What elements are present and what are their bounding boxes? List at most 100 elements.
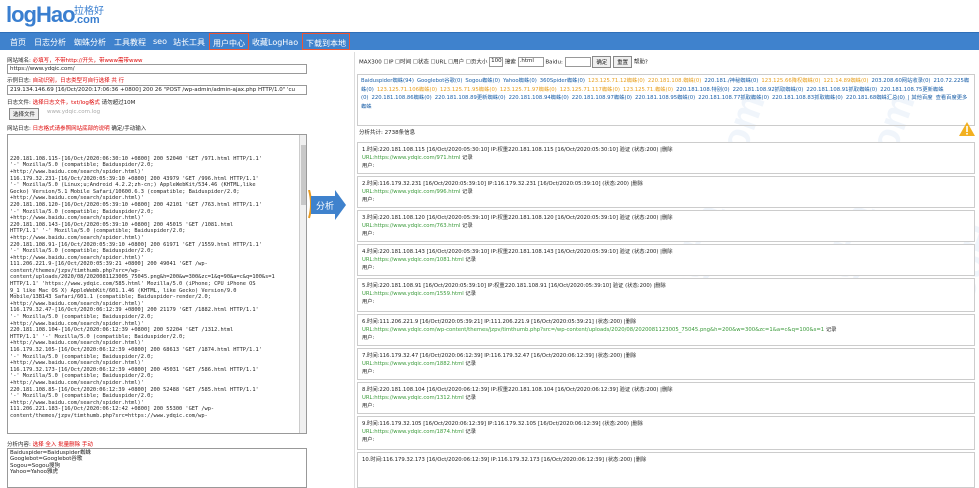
spider-filter-link[interactable]: 123.125.71.97蜘蛛(0) xyxy=(500,87,557,93)
spider-filter-link[interactable]: 123.125.71.95蜘蛛(0) xyxy=(440,87,497,93)
record-url[interactable]: URL:https://www.ydqic.com/971.html xyxy=(362,155,460,161)
record-url-row: URL:https://www.ydqic.com/1559.html 记录 xyxy=(362,290,970,298)
spider-filter-link[interactable]: 123.125.71.117蜘蛛(0) xyxy=(560,87,620,93)
analyze-arrow[interactable]: 分析 xyxy=(307,189,347,220)
record-tail[interactable]: 记录 xyxy=(464,291,476,297)
record-tail[interactable]: 记录 xyxy=(460,155,473,161)
page-size-input[interactable]: 100 xyxy=(489,57,504,67)
spider-filter-link[interactable]: 123.125.71.蜘蛛(0) xyxy=(623,87,673,93)
spider-filter-link[interactable]: Googlebot谷歌(0) xyxy=(417,78,462,84)
site-header: logHao 拉格好 .com xyxy=(0,0,979,32)
spider-filter-link[interactable]: 220.181.108.92抓取蜘蛛(0) xyxy=(733,87,804,93)
record-tail[interactable]: 记录 xyxy=(464,257,476,263)
search-input[interactable]: .html xyxy=(517,57,544,67)
site-logo[interactable]: logHao xyxy=(6,2,76,28)
spider-filter-link[interactable]: 121.14.89蜘蛛(0) xyxy=(823,78,868,84)
spider-filter-link[interactable]: Yahoo蜘蛛(0) xyxy=(503,78,537,84)
help-link[interactable]: 帮助? xyxy=(634,60,648,66)
nav-bookmark[interactable]: 收藏LogHao xyxy=(252,37,298,48)
spider-filter-link[interactable]: | 其他百度 xyxy=(908,95,933,101)
nav-download[interactable]: 下载到本地 xyxy=(302,33,350,50)
spider-list[interactable]: Baiduspider=Baiduspider蜘蛛 Googlebot=Goog… xyxy=(7,448,307,488)
log-scrollbar-thumb[interactable] xyxy=(301,145,306,205)
record-url[interactable]: URL:https://www.ydqic.com/1312.html xyxy=(362,395,464,401)
log-textarea[interactable]: 220.181.108.115-[16/Oct/2020:06:30:10 +0… xyxy=(7,134,307,434)
nav-tools-tutorial[interactable]: 工具教程 xyxy=(114,37,146,48)
record-tail[interactable]: 记录 xyxy=(824,327,837,333)
record-url[interactable]: URL:https://www.ydqic.com/1559.html xyxy=(362,291,464,297)
log-line: +http://www.baidu.com/search/spider.html… xyxy=(10,360,144,367)
spider-filter-link[interactable]: Sogou蜘蛛(0) xyxy=(465,78,500,84)
spider-filter-link[interactable]: 220.181.108.83抓取蜘蛛(0) xyxy=(772,95,843,101)
record-url[interactable]: URL:https://www.ydqic.com/1874.html xyxy=(362,429,464,435)
record-tail[interactable]: 记录 xyxy=(464,395,476,401)
log-line: +http://www.baidu.com/search/spider.html… xyxy=(10,195,144,202)
spider-filter-link[interactable]: 220.181./神秘蜘蛛(0) xyxy=(704,78,758,84)
spider-filter-link[interactable]: 220.181.108.蜘蛛(0) xyxy=(648,78,701,84)
log-line: +http://www.baidu.com/search/spider.html… xyxy=(10,254,144,261)
reset-button[interactable]: 重置 xyxy=(613,56,633,68)
spider-filter-link[interactable]: 123.125.71.12蜘蛛(0) xyxy=(588,78,645,84)
spider-filter-link[interactable]: 123.125.66降权蜘蛛(0) xyxy=(761,78,820,84)
spider-filter-link[interactable]: 220.181.108.91抓取蜘蛛(0) xyxy=(806,87,877,93)
spider-filter-link[interactable]: 220.181.108.95蜘蛛(0) xyxy=(635,95,695,101)
record-item: 9.时间:116.179.32.105 [16/Oct/2020:06:12:3… xyxy=(357,416,975,450)
record-header: 10.时间:116.179.32.173 [16/Oct/2020:06:12:… xyxy=(362,457,647,463)
nav-webmaster-tools[interactable]: 站长工具 xyxy=(173,37,205,48)
record-tail[interactable]: 记录 xyxy=(460,223,473,229)
domain-input[interactable]: https://www.ydqic.com/ xyxy=(7,64,307,74)
domain-label-row: 网站域名: 必填写，不带http://开头，带www需带www xyxy=(7,56,142,64)
record-tail[interactable]: 记录 xyxy=(464,361,476,367)
record-url[interactable]: URL:https://www.ydqic.com/1081.html xyxy=(362,257,464,263)
record-url[interactable]: URL:https://www.ydqic.com/763.html xyxy=(362,223,460,229)
log-line: +http://www.baidu.com/search/spider.html… xyxy=(10,340,144,347)
log-line: 220.181.108.143-[16/Oct/2020:05:39:10 +0… xyxy=(10,221,234,228)
record-url[interactable]: URL:https://www.ydqic.com/996.html xyxy=(362,189,460,195)
baidu-input[interactable] xyxy=(564,57,591,67)
spider-filter-link[interactable]: 220.181.108.89更新蜘蛛(0) xyxy=(435,95,506,101)
file-hint-size: 请勿超过10M xyxy=(101,100,136,106)
spider-filter-link[interactable]: 203.208.60网站收录(0) xyxy=(871,78,930,84)
nav-user-center[interactable]: 用户中心 xyxy=(209,33,249,50)
nav-home[interactable]: 首页 xyxy=(10,37,26,48)
log-line: content/themes/jzpv/timthumb.php?src=/wp… xyxy=(10,267,141,274)
record-url[interactable]: URL:https://www.ydqic.com/1882.html xyxy=(362,361,464,367)
status-label: 状态 xyxy=(417,59,429,66)
record-tail[interactable]: 记录 xyxy=(460,189,473,195)
confirm-button[interactable]: 确定 xyxy=(592,56,612,68)
record-user-agent: 用户: xyxy=(362,265,375,272)
sample-log-input[interactable]: 219.134.146.69 [16/Oct/2020:17:06:36 +08… xyxy=(7,85,307,95)
max-value[interactable]: 300 xyxy=(371,60,382,66)
record-tail[interactable]: 记录 xyxy=(464,429,476,435)
file-label: 日志文件: xyxy=(7,100,31,106)
record-header: 5.时间:220.181.108.91 [16/Oct/2020:05:39:1… xyxy=(362,283,666,289)
log-line: 220.181.108.115-[16/Oct/2020:06:30:10 +0… xyxy=(10,155,262,162)
ip-label: IP xyxy=(388,59,394,66)
spider-filter-link[interactable]: 220.181.108.特别(0) xyxy=(676,87,729,93)
log-line: 111.206.221.9-[16/Oct/2020:05:39:21 +080… xyxy=(10,261,208,268)
record-header: 3.时间:220.181.108.120 [16/Oct/2020:05:39:… xyxy=(362,215,673,221)
spider-filter-link[interactable]: 123.125.71.106蜘蛛(0) xyxy=(377,87,437,93)
spider-filter-link[interactable]: 220.181.108.86蜘蛛(0) xyxy=(372,95,432,101)
choose-file-button[interactable]: 选择文件 xyxy=(9,108,40,120)
spider-filter-link[interactable]: 220.181.108.97蜘蛛(0) xyxy=(572,95,632,101)
nav-seo[interactable]: seo xyxy=(153,37,167,46)
spider-filter-link[interactable]: 220.181.108.77抓取蜘蛛(0) xyxy=(698,95,769,101)
log-line: content/uploads/2020/08/2020081123005_75… xyxy=(10,274,275,281)
spider-filter-link[interactable]: 220.181.108.94蜘蛛(0) xyxy=(509,95,569,101)
page-size-label: 页大小 xyxy=(470,59,488,66)
record-item: 1.时间:220.181.108.115 [16/Oct/2020:05:30:… xyxy=(357,142,975,174)
list-item[interactable]: Yahoo=Yahoo雅虎 xyxy=(10,469,304,475)
nav-log-analysis[interactable]: 日志分析 xyxy=(34,37,66,48)
spider-filter-link[interactable]: 360Spider蜘蛛(0) xyxy=(540,78,585,84)
record-user-agent: 用户: xyxy=(362,299,375,306)
record-url[interactable]: URL:https://www.ydqic.com/wp-content/the… xyxy=(362,327,824,333)
nav-spider-analysis[interactable]: 蜘蛛分析 xyxy=(74,37,106,48)
log-line: '-' Mozilla/5.0 (compatible; Baiduspider… xyxy=(10,248,154,255)
file-name: www.ydqic.com.log xyxy=(45,108,185,118)
spider-filter-link[interactable]: 220.181.68蜘蛛汇总(0) xyxy=(846,95,905,101)
spider-filter-link[interactable]: Baiduspider蜘蛛(94) xyxy=(361,78,414,84)
record-item: 7.时间:116.179.32.47 [16/Oct/2020:06:12:39… xyxy=(357,348,975,380)
log-line: 220.181.108.91-[16/Oct/2020:05:39:10 +08… xyxy=(10,241,262,248)
log-scrollbar[interactable] xyxy=(299,135,306,433)
